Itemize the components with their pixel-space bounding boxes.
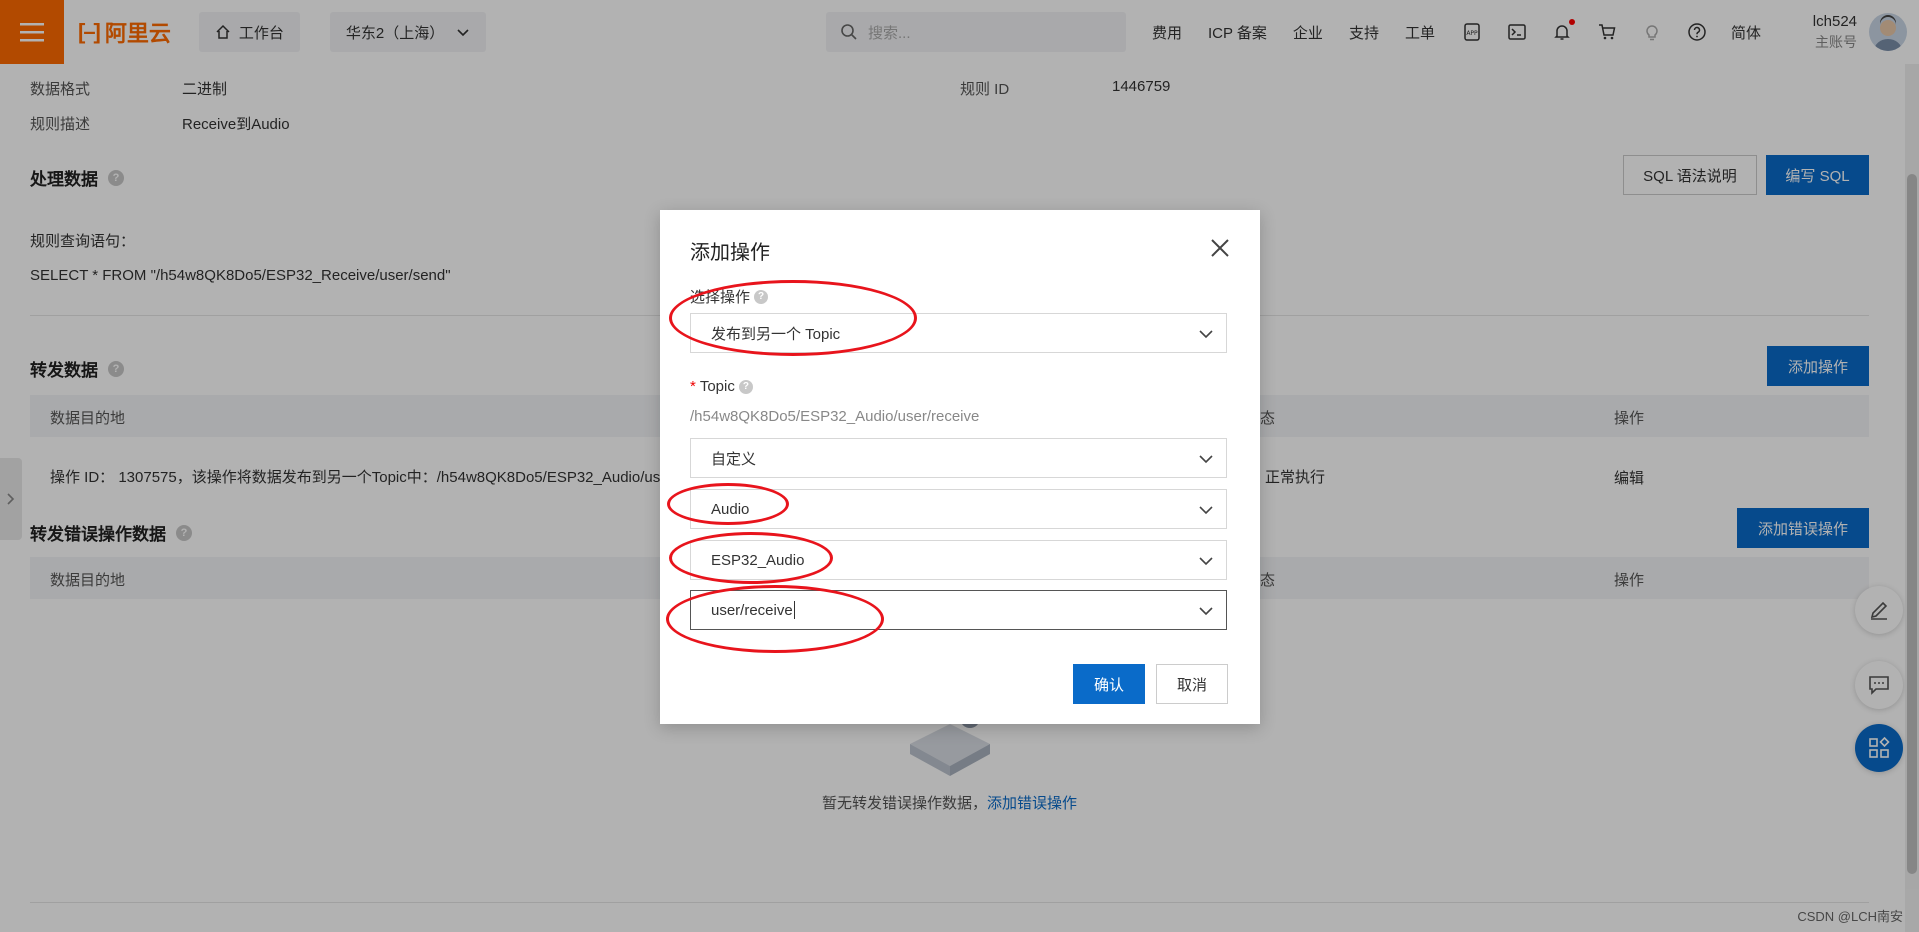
dialog-title: 添加操作 — [690, 242, 770, 264]
chevron-down-icon — [1199, 607, 1213, 616]
topic-label-text: Topic — [699, 378, 735, 395]
topic-preview: /h54w8QK8Do5/ESP32_Audio/user/receive — [690, 408, 980, 425]
help-icon[interactable]: ? — [738, 379, 753, 394]
select-action-label: 选择操作 ? — [690, 286, 769, 307]
text-cursor — [793, 601, 795, 619]
help-icon[interactable]: ? — [754, 289, 769, 304]
select-action-dropdown[interactable]: 发布到另一个 Topic — [690, 313, 1227, 353]
topic-type-value: 自定义 — [711, 450, 757, 468]
cancel-button[interactable]: 取消 — [1156, 664, 1228, 704]
confirm-button[interactable]: 确认 — [1073, 664, 1145, 704]
topic-label: * Topic ? — [690, 378, 753, 395]
required-marker: * — [690, 378, 696, 395]
chevron-down-icon — [1199, 557, 1213, 566]
chevron-down-icon — [1199, 455, 1213, 464]
topic-path-value: user/receive — [711, 601, 793, 619]
chevron-down-icon — [1199, 330, 1213, 339]
chevron-down-icon — [1199, 506, 1213, 515]
device-dropdown[interactable]: ESP32_Audio — [690, 540, 1227, 580]
add-action-dialog: 添加操作 选择操作 ? 发布到另一个 Topic * Topic ? /h54w… — [660, 210, 1260, 724]
topic-path-input[interactable]: user/receive — [690, 590, 1227, 630]
close-icon[interactable] — [1208, 236, 1232, 260]
select-action-label-text: 选择操作 — [690, 289, 751, 306]
product-value: Audio — [711, 500, 750, 518]
product-dropdown[interactable]: Audio — [690, 489, 1227, 529]
select-action-value: 发布到另一个 Topic — [711, 325, 841, 343]
device-value: ESP32_Audio — [711, 551, 805, 569]
topic-type-dropdown[interactable]: 自定义 — [690, 438, 1227, 478]
